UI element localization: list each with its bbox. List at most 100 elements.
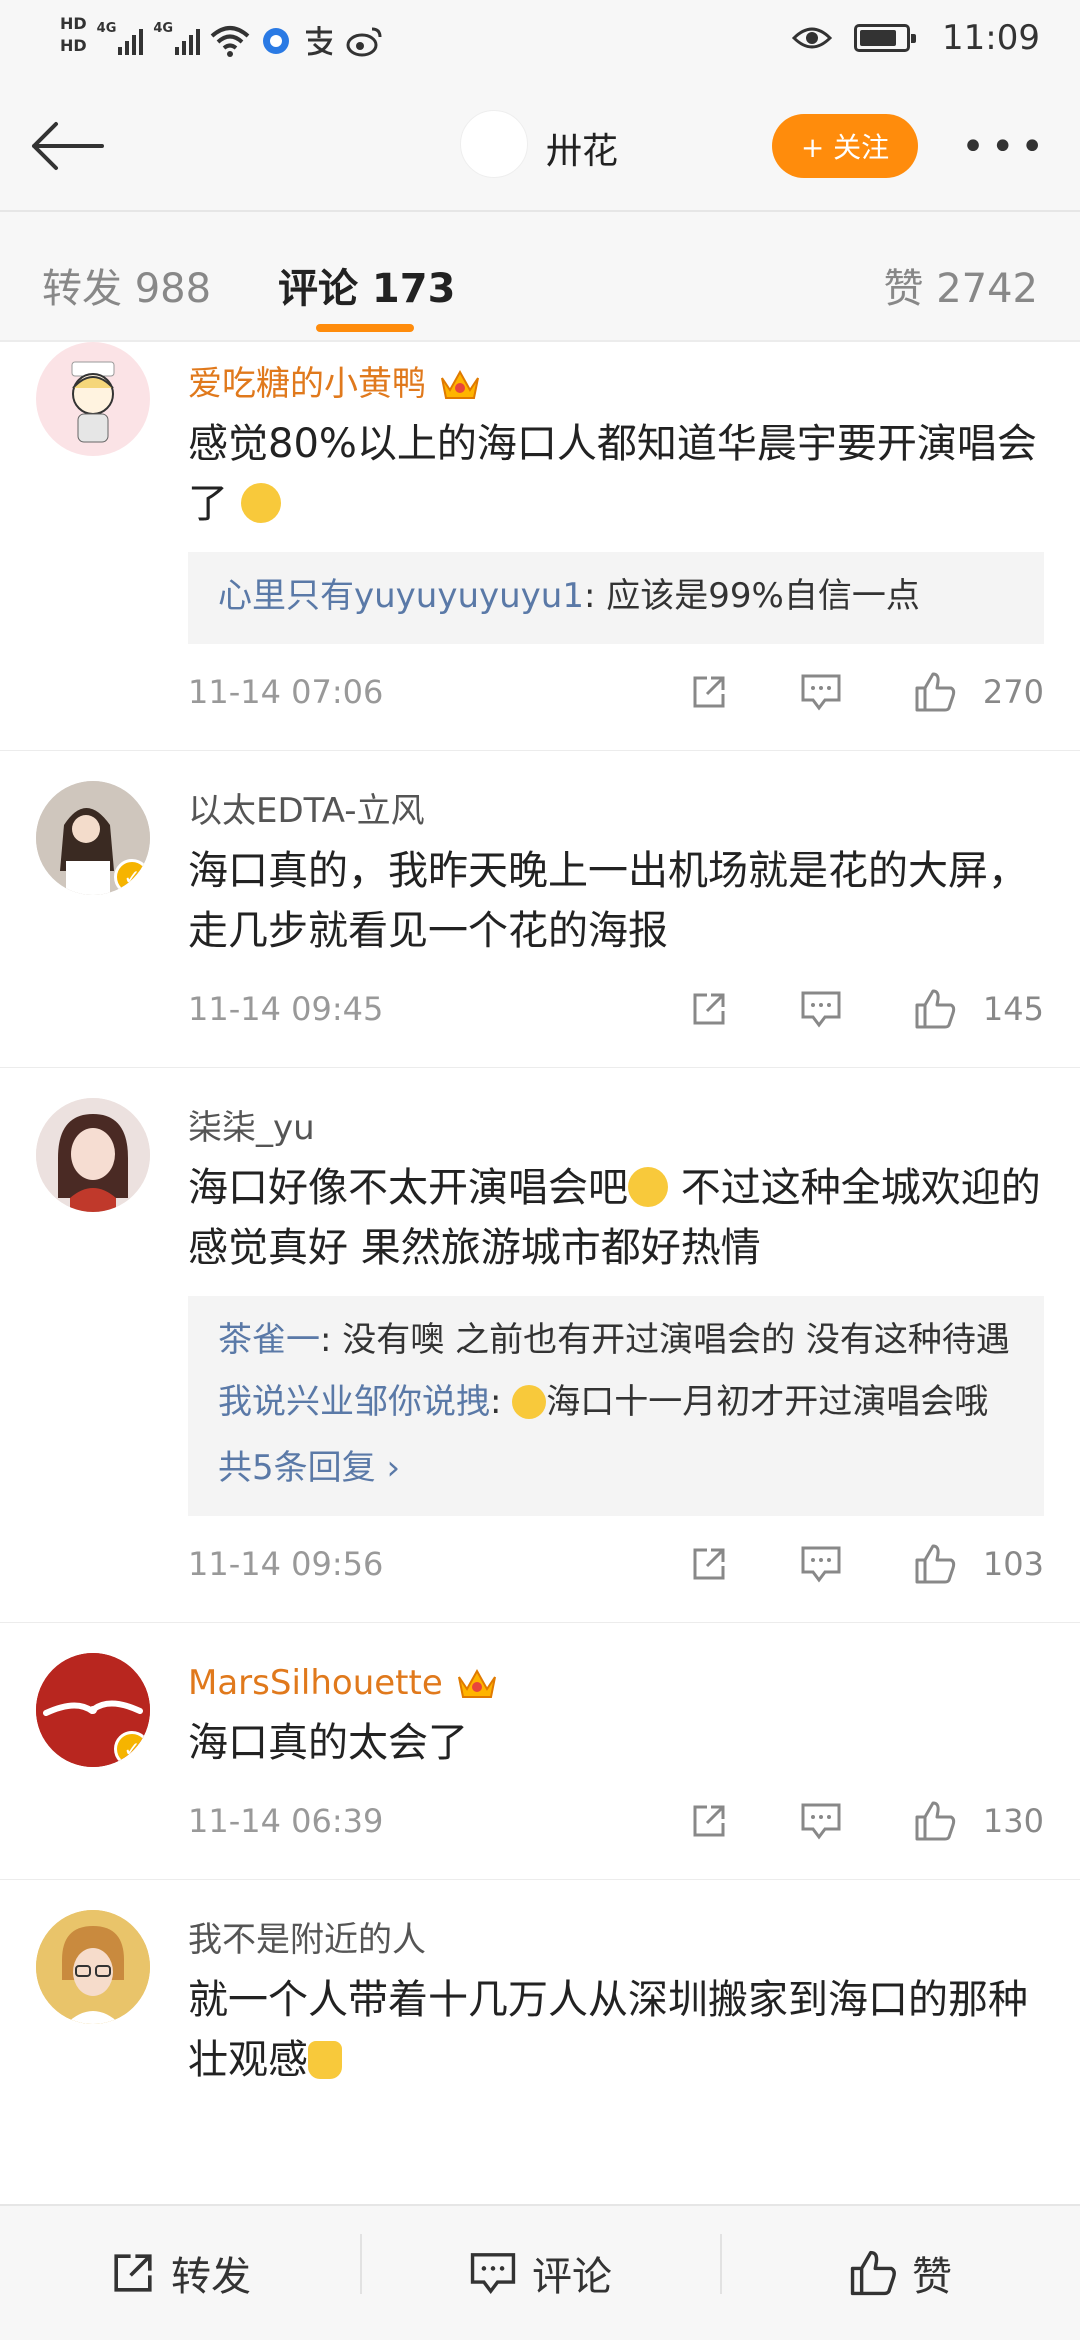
avatar[interactable]: ✓: [36, 781, 150, 895]
repost-action[interactable]: [689, 1801, 729, 1841]
weibo-icon: [346, 27, 382, 57]
bottom-action-bar: 转发 评论 赞: [0, 2204, 1080, 2340]
like-button[interactable]: 赞: [720, 2234, 1080, 2302]
avatar[interactable]: [36, 1098, 150, 1212]
comment-footer: 11-14 07:06 270: [188, 662, 1080, 722]
comment-item: 爱吃糖的小黄鸭 感觉80%以上的海口人都知道华晨宇要开演唱会了 心里只有yuyu…: [0, 342, 1080, 751]
poster-avatar[interactable]: [460, 110, 528, 178]
wifi-icon: [210, 26, 250, 57]
comment-icon[interactable]: [799, 672, 843, 712]
reply-box[interactable]: 心里只有yuyuyuyuyu1: 应该是99%自信一点: [188, 552, 1044, 644]
repost-icon[interactable]: [689, 672, 729, 712]
commenter-name[interactable]: 以太EDTA-立风: [188, 769, 1080, 835]
comment-time: 11-14 07:06: [188, 673, 384, 711]
repost-action[interactable]: [689, 989, 729, 1029]
reply-text: : 没有噢 之前也有开过演唱会的 没有这种待遇: [320, 1320, 1010, 1360]
comment-list[interactable]: 爱吃糖的小黄鸭 感觉80%以上的海口人都知道华晨宇要开演唱会了 心里只有yuyu…: [0, 342, 1080, 2204]
commenter-name[interactable]: 爱吃糖的小黄鸭: [188, 342, 1080, 408]
comment-label: 评论: [532, 2254, 612, 2300]
status-bar: HD HD 4G 4G 11:09: [0, 0, 1080, 80]
thumbs-up-emoji-icon: [308, 2041, 342, 2079]
thumbs-up-icon[interactable]: [913, 670, 957, 714]
comment-footer: 11-14 09:45 145: [188, 979, 1080, 1039]
like-count: 103: [982, 1545, 1044, 1583]
repost-icon[interactable]: [689, 1801, 729, 1841]
avatar[interactable]: ✓: [36, 1653, 150, 1767]
active-tab-indicator: [316, 324, 414, 332]
view-all-replies-link[interactable]: 共5条回复 ›: [218, 1438, 1014, 1498]
comment-item: ✓ 以太EDTA-立风 海口真的，我昨天晚上一出机场就是花的大屏，走几步就看见一…: [0, 751, 1080, 1068]
poster-name[interactable]: 卅花: [546, 122, 618, 174]
reply-item[interactable]: 我说兴业邹你说拽: 海口十一月初才开过演唱会哦: [218, 1372, 1014, 1432]
laughing-emoji-icon: [628, 1167, 668, 1207]
top-bar: 卅花 + 关注 •••: [0, 80, 1080, 212]
hd-1: HD: [60, 14, 87, 33]
reply-action[interactable]: [799, 1544, 843, 1584]
comment-text: 海口真的，我昨天晚上一出机场就是花的大屏，走几步就看见一个花的海报: [188, 848, 1028, 954]
comment-icon[interactable]: [799, 989, 843, 1029]
reply-item[interactable]: 心里只有yuyuyuyuyu1: 应该是99%自信一点: [218, 566, 1014, 626]
reply-action[interactable]: [799, 1801, 843, 1841]
repost-action[interactable]: [689, 1544, 729, 1584]
like-count: 130: [982, 1802, 1044, 1840]
hd-indicator: HD HD: [60, 13, 87, 57]
thumbs-up-icon[interactable]: [913, 1799, 957, 1843]
verified-badge-icon: ✓: [114, 859, 150, 895]
repost-icon[interactable]: [689, 1544, 729, 1584]
repost-button[interactable]: 转发: [0, 2244, 360, 2302]
app-q-icon: [263, 28, 290, 54]
thumbs-up-icon[interactable]: [913, 987, 957, 1031]
repost-icon[interactable]: [689, 989, 729, 1029]
follow-button[interactable]: + 关注: [772, 114, 918, 178]
like-action[interactable]: 270: [913, 670, 1044, 714]
like-action[interactable]: 130: [913, 1799, 1044, 1843]
comment-icon[interactable]: [799, 1801, 843, 1841]
signal-icon-1: 4G: [97, 15, 144, 55]
tab-comments[interactable]: 评论 173: [278, 256, 455, 314]
more-options-icon[interactable]: •••: [961, 124, 1050, 170]
comment-text-body: 感觉80%以上的海口人都知道华晨宇要开演唱会了: [188, 421, 1037, 527]
commenter-name[interactable]: 柒柒_yu: [188, 1086, 1080, 1152]
reply-author[interactable]: 茶雀一: [218, 1320, 320, 1360]
tab-repost[interactable]: 转发 988: [42, 256, 211, 314]
commenter-name[interactable]: MarsSilhouette: [188, 1641, 1080, 1707]
avatar[interactable]: [36, 342, 150, 456]
comment-text: 海口真的太会了: [188, 1720, 468, 1766]
signal-icon-2: 4G: [153, 15, 201, 55]
reply-box[interactable]: 茶雀一: 没有噢 之前也有开过演唱会的 没有这种待遇 我说兴业邹你说拽: 海口十…: [188, 1296, 1044, 1516]
reply-text: : 应该是99%自信一点: [583, 576, 920, 616]
like-label: 赞: [912, 2254, 952, 2300]
like-count: 270: [982, 673, 1044, 711]
commenter-name-text[interactable]: 爱吃糖的小黄鸭: [188, 360, 426, 408]
reply-text: 海口十一月初才开过演唱会哦: [546, 1382, 989, 1422]
verified-badge-icon: ✓: [114, 1731, 150, 1767]
back-arrow-icon[interactable]: [28, 120, 104, 172]
comment-icon[interactable]: [799, 1544, 843, 1584]
avatar[interactable]: [36, 1910, 150, 2024]
comment-time: 11-14 06:39: [188, 1802, 384, 1840]
alipay-icon: [306, 26, 333, 56]
repost-label: 转发: [171, 2254, 251, 2300]
comment-text: 就一个人带着十几万人从深圳搬家到海口的那种壮观感: [188, 1970, 1080, 2090]
hd-2: HD: [60, 36, 87, 55]
reply-author[interactable]: 心里只有yuyuyuyuyu1: [218, 576, 584, 616]
reply-action[interactable]: [799, 672, 843, 712]
comment-item: 我不是附近的人 就一个人带着十几万人从深圳搬家到海口的那种壮观感: [0, 1880, 1080, 2118]
thumbs-up-icon[interactable]: [913, 1542, 957, 1586]
reply-item[interactable]: 茶雀一: 没有噢 之前也有开过演唱会的 没有这种待遇: [218, 1310, 1014, 1370]
commenter-name-text[interactable]: MarsSilhouette: [188, 1659, 443, 1707]
reply-author[interactable]: 我说兴业邹你说拽: [218, 1382, 490, 1422]
like-action[interactable]: 103: [913, 1542, 1044, 1586]
clock: 11:09: [942, 18, 1040, 58]
like-action[interactable]: 145: [913, 987, 1044, 1031]
comment-text-body: 海口好像不太开演唱会吧: [188, 1165, 628, 1211]
vip-crown-icon: [441, 369, 479, 399]
eye-icon: [792, 27, 833, 49]
comment-button[interactable]: 评论: [360, 2234, 720, 2302]
repost-action[interactable]: [689, 672, 729, 712]
reply-action[interactable]: [799, 989, 843, 1029]
thumbs-up-icon: [850, 2250, 896, 2296]
commenter-name[interactable]: 我不是附近的人: [188, 1898, 1080, 1964]
thinking-emoji-icon: [512, 1385, 547, 1419]
tab-likes[interactable]: 赞 2742: [883, 256, 1038, 314]
